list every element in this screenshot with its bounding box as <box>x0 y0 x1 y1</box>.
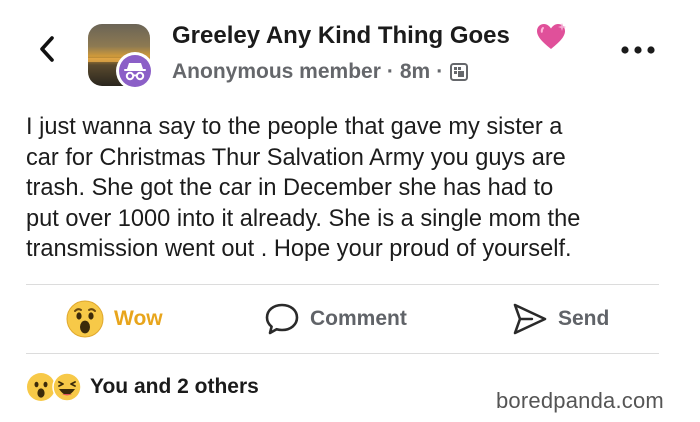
back-button[interactable] <box>34 32 60 66</box>
author-name[interactable]: Anonymous member <box>172 60 381 84</box>
wow-label: Wow <box>114 307 163 330</box>
watermark-text: boredpanda.com <box>496 388 664 413</box>
divider <box>26 353 659 354</box>
meta-separator: · <box>386 60 394 83</box>
reaction-summary[interactable]: You and 2 others <box>26 370 259 404</box>
group-name-link[interactable]: Greeley Any Kind Thing Goes <box>172 22 510 50</box>
meta-separator: · <box>436 60 444 83</box>
reaction-summary-text: You and 2 others <box>90 375 259 398</box>
send-icon <box>513 303 547 335</box>
anonymous-member-badge <box>116 52 154 90</box>
comment-button[interactable]: Comment <box>264 297 407 341</box>
comment-bubble-icon <box>265 303 299 335</box>
send-label: Send <box>558 307 610 330</box>
sparkling-heart-icon <box>534 22 568 57</box>
wow-reaction-button[interactable]: Wow <box>66 297 163 341</box>
post-text: I just wanna say to the people that gave… <box>26 114 581 262</box>
post-meta: Anonymous member · 8m · <box>172 60 469 84</box>
reaction-emoji-stack <box>26 372 82 402</box>
send-button[interactable]: Send <box>512 297 609 341</box>
comment-label: Comment <box>310 307 407 330</box>
divider <box>26 284 659 285</box>
more-options-button[interactable] <box>618 38 658 62</box>
incognito-icon <box>124 63 146 81</box>
wow-emoji-icon <box>66 300 104 338</box>
group-audience-icon <box>450 63 469 81</box>
more-options-icon <box>621 46 655 54</box>
group-avatar[interactable] <box>88 24 154 90</box>
post-timestamp[interactable]: 8m <box>400 60 430 84</box>
haha-emoji-icon <box>52 372 82 402</box>
chevron-left-icon <box>40 36 54 62</box>
